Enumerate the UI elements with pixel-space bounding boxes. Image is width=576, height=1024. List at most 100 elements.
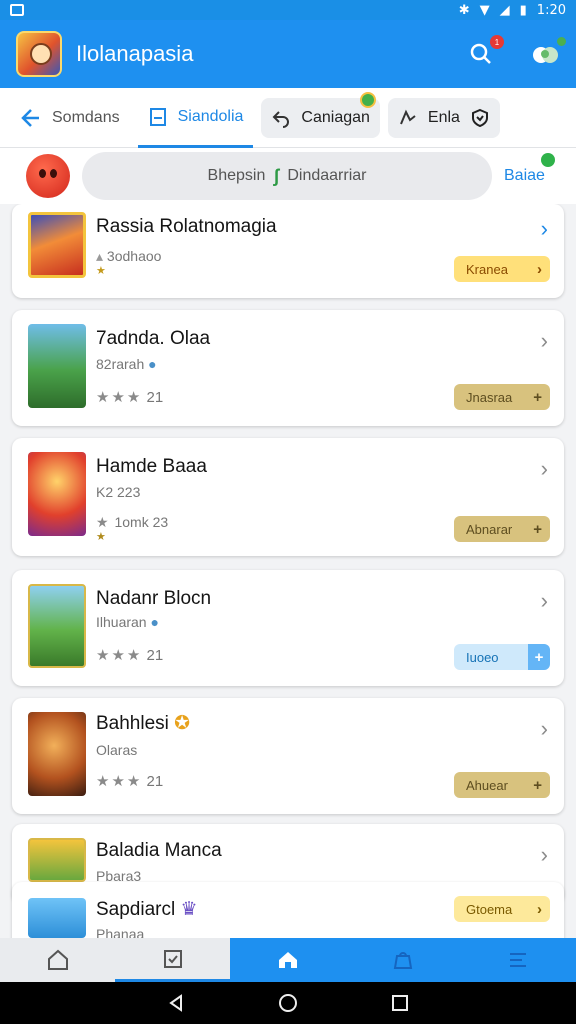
system-nav <box>0 982 576 1024</box>
chevron-icon: › <box>537 900 542 918</box>
chevron-right-icon[interactable]: › <box>541 216 548 242</box>
badge-icon: ✪ <box>174 713 191 734</box>
search-badge: 1 <box>490 35 504 49</box>
search-input[interactable]: Bhepsin ʃ Dindaarriar <box>82 152 492 200</box>
stars-icon: ★★★ <box>96 647 143 664</box>
install-button[interactable]: Abnarar + <box>454 516 550 542</box>
app-thumbnail <box>28 838 86 882</box>
tab-caniagan[interactable]: Caniagan <box>261 91 380 138</box>
shield-icon <box>471 108 488 127</box>
tab-label: Somdans <box>52 108 120 126</box>
app-thumbnail <box>28 584 86 668</box>
app-subtitle: Phanaa <box>96 926 145 938</box>
install-button[interactable]: Gtoema › <box>454 896 550 922</box>
profile-button[interactable] <box>530 35 568 69</box>
list-item[interactable]: Hamde Baaa K2 223 ★ 1omk 23 ★ › Abnarar + <box>12 438 564 556</box>
tab-label: Caniagan <box>301 108 370 126</box>
install-button[interactable]: Jnasraa + <box>454 384 550 410</box>
undo-icon <box>273 110 290 128</box>
search-text-left: Bhepsin <box>207 167 266 184</box>
bottom-nav <box>0 938 576 982</box>
app-thumbnail <box>28 452 86 536</box>
back-arrow-icon <box>21 108 39 127</box>
house-icon <box>279 952 297 968</box>
globe-icon: ● <box>150 614 159 630</box>
status-right: ✱ ▼ ◢ ▮ 1:20 <box>459 3 566 18</box>
back-icon[interactable] <box>166 993 186 1013</box>
app-rating: ★ 1omk 23 <box>96 514 169 530</box>
chevron-right-icon[interactable]: › <box>541 328 548 354</box>
home-circle-icon[interactable] <box>278 993 298 1013</box>
nav-house[interactable] <box>230 938 346 982</box>
plus-icon: + <box>528 644 550 670</box>
tab-siandolia[interactable]: Siandolia <box>137 90 254 148</box>
app-logo <box>16 31 62 77</box>
filter-icon <box>399 109 416 124</box>
stars-icon: ★★★ <box>96 773 143 790</box>
app-rating: ★★★ 21 <box>96 389 164 406</box>
app-bar: Ilolanapasia 1 <box>0 20 576 88</box>
tab-row: Somdans Siandolia Caniagan Enla <box>0 88 576 148</box>
badge-icon: ♛ <box>180 899 198 920</box>
battery-icon: ▮ <box>519 2 527 18</box>
status-bar: ✱ ▼ ◢ ▮ 1:20 <box>0 0 576 20</box>
star-icon: ▴ <box>96 248 107 264</box>
app-title: Ilolanapasia <box>76 41 194 66</box>
nav-tasks[interactable] <box>115 938 231 982</box>
nav-bag[interactable] <box>345 938 461 982</box>
tab-somdans[interactable]: Somdans <box>10 98 130 138</box>
install-button[interactable]: Kranea › <box>454 256 550 282</box>
small-star-icon: ★ <box>96 265 106 277</box>
chevron-right-icon[interactable]: › <box>541 588 548 614</box>
action-badge <box>540 153 555 167</box>
status-left <box>10 4 24 16</box>
app-subtitle: Olaras <box>96 742 138 758</box>
list-icon <box>510 953 527 967</box>
list-item[interactable]: 7adnda. Olaa 82rarah ● ★★★ 21 › Jnasraa + <box>12 310 564 426</box>
app-title: Hamde Baaa <box>96 456 207 477</box>
nav-home[interactable] <box>0 938 115 982</box>
install-button[interactable]: Iuoeo + <box>454 644 550 670</box>
recents-icon[interactable] <box>390 993 410 1013</box>
stars-icon: ★★★ <box>96 389 143 406</box>
search-icon <box>470 43 491 64</box>
app-title: Sapdiarcl ♛ <box>96 899 198 920</box>
home-icon <box>47 949 68 970</box>
app-screen: ✱ ▼ ◢ ▮ 1:20 Ilolanapasia 1 Somdans Sian… <box>0 0 576 1024</box>
clock: 1:20 <box>536 2 566 18</box>
tab-enla[interactable]: Enla <box>387 97 500 138</box>
chevron-right-icon[interactable]: › <box>541 716 548 742</box>
list-item[interactable]: Sapdiarcl ♛ Phanaa Gtoema › <box>12 882 564 938</box>
list-item[interactable]: Bahhlesi ✪ Olaras ★★★ 21 › Ahuear + <box>12 698 564 814</box>
plus-icon: + <box>533 520 542 538</box>
app-title: Rassia Rolatnomagia <box>96 216 277 237</box>
nav-list[interactable] <box>460 938 576 982</box>
app-thumbnail <box>28 898 86 938</box>
signal-icon: ◢ <box>499 2 510 18</box>
list-item[interactable]: Rassia Rolatnomagia ▴ 3odhaoo ★ › Kranea… <box>12 204 564 298</box>
app-title: Nadanr Blocn <box>96 588 212 609</box>
search-action-button[interactable]: Baiae <box>504 153 555 185</box>
tasks-icon <box>163 949 182 968</box>
app-subtitle: 82rarah ● <box>96 356 157 372</box>
app-thumbnail <box>28 212 86 278</box>
search-text-right: Dindaarriar <box>287 167 367 184</box>
chevron-icon: › <box>537 260 542 278</box>
app-title: Bahhlesi ✪ <box>96 713 191 734</box>
install-button[interactable]: Ahuear + <box>454 772 550 798</box>
bag-icon <box>394 952 413 969</box>
app-subtitle: ▴ 3odhaoo <box>96 248 162 264</box>
small-star-icon: ★ <box>96 531 106 543</box>
chevron-right-icon[interactable]: › <box>541 842 548 868</box>
leaf-icon: ʃ <box>273 165 280 186</box>
chevron-right-icon[interactable]: › <box>541 456 548 482</box>
tab-badge <box>359 91 376 108</box>
user-avatar[interactable] <box>26 154 70 198</box>
bluetooth-icon: ✱ <box>458 2 470 18</box>
app-rating: ★★★ 21 <box>96 773 164 790</box>
search-action-label: Baiae <box>504 167 545 184</box>
search-button[interactable]: 1 <box>466 35 504 69</box>
list-item[interactable]: Nadanr Blocn Ilhuaran ● ★★★ 21 › Iuoeo + <box>12 570 564 686</box>
notification-mini-icon <box>10 4 24 16</box>
app-thumbnail <box>28 324 86 408</box>
